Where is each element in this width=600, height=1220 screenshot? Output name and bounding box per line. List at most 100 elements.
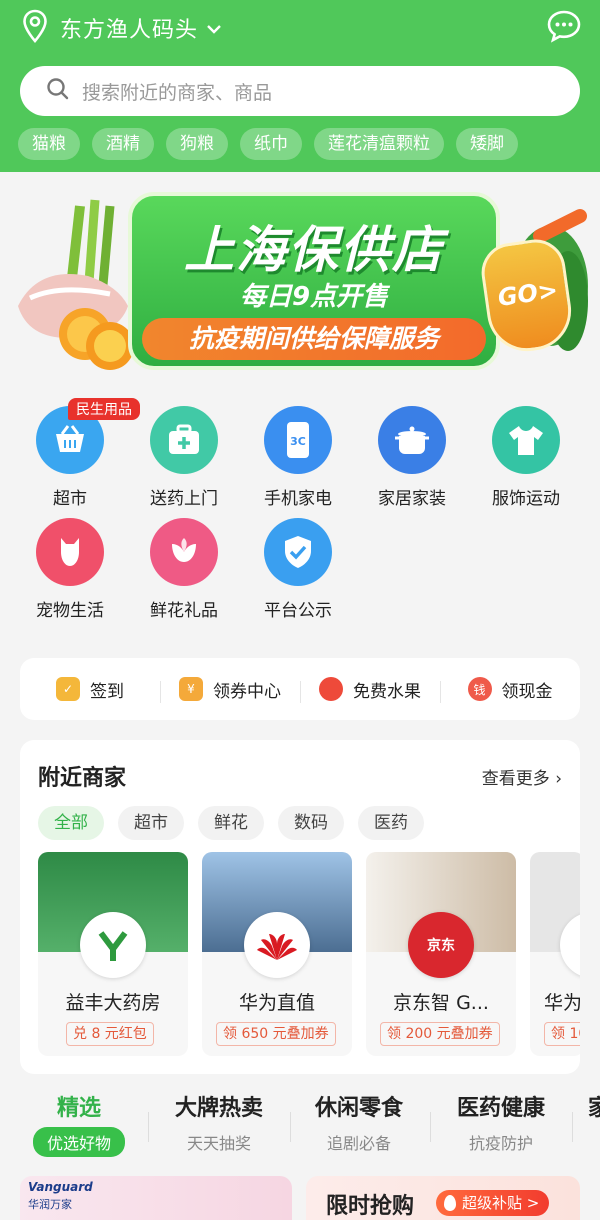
- category-pets[interactable]: 宠物生活: [14, 512, 126, 621]
- store-coupon: 领 650 元叠加券: [216, 1022, 336, 1046]
- tab-subtitle: 追剧必备: [326, 1134, 391, 1153]
- tab-divider: [148, 1112, 149, 1142]
- quick-label: 领现金: [501, 681, 553, 702]
- hot-tag[interactable]: 猫粮: [18, 128, 80, 160]
- search-placeholder: 搜索附近的商家、商品: [82, 81, 273, 104]
- tab-divider: [430, 1112, 431, 1142]
- money-icon: 钱: [467, 677, 492, 701]
- banner-subtitle: 每日9点开售: [239, 282, 389, 312]
- medkit-icon: [150, 406, 218, 474]
- section-title: 附近商家: [38, 766, 127, 791]
- tab-title: 医药健康: [456, 1096, 545, 1121]
- category-medicine[interactable]: 送药上门: [128, 400, 240, 509]
- coupon-icon: ¥: [179, 677, 203, 701]
- category-label: 宠物生活: [36, 601, 104, 621]
- tab-title: 休闲零食: [314, 1096, 403, 1121]
- banner-card: 上海保供店 每日9点开售 抗疫期间供给保障服务: [128, 192, 500, 370]
- free-fruit-button[interactable]: 免费水果: [300, 677, 440, 703]
- calendar-icon: ✓: [56, 677, 80, 701]
- cash-button[interactable]: 钱 领现金: [440, 677, 580, 703]
- category-clothing[interactable]: 服饰运动: [470, 400, 582, 509]
- nearby-stores-section: 附近商家 查看更多 › 全部 超市 鲜花 数码 医药 益丰大药房 兑 8 元红包…: [20, 740, 580, 1074]
- vegetables-illustration: [18, 199, 134, 370]
- category-supermarket[interactable]: 超市 民生用品: [14, 398, 140, 509]
- store-name: 华为直值: [238, 992, 315, 1014]
- filter-chip[interactable]: 医药: [358, 806, 424, 840]
- filter-chip[interactable]: 超市: [118, 806, 184, 840]
- chevron-down-icon: [206, 19, 222, 38]
- search-icon: [46, 77, 70, 105]
- filter-chip[interactable]: 数码: [278, 806, 344, 840]
- hot-tag[interactable]: 矮脚: [456, 128, 518, 160]
- store-coupon: 领 100: [544, 1022, 580, 1046]
- tab-divider: [572, 1112, 573, 1142]
- category-label: 手机家电: [264, 489, 332, 509]
- quick-actions-bar: ✓ 签到 ¥ 领券中心 免费水果 钱 领现金: [20, 658, 580, 720]
- category-electronics[interactable]: 3C 手机家电: [242, 400, 354, 509]
- vanguard-card[interactable]: Vanguard 华润万家: [20, 1176, 292, 1220]
- category-notice[interactable]: 平台公示: [242, 512, 354, 621]
- go-label: GO>: [496, 275, 560, 312]
- flash-sale-title: 限时抢购: [326, 1194, 415, 1219]
- shirt-icon: [492, 406, 560, 474]
- category-label: 平台公示: [264, 601, 332, 621]
- hot-tag[interactable]: 狗粮: [166, 128, 228, 160]
- filter-chip[interactable]: 鲜花: [198, 806, 264, 840]
- hot-tag[interactable]: 莲花清瘟颗粒: [314, 128, 444, 160]
- hot-tag[interactable]: 纸巾: [240, 128, 302, 160]
- store-card[interactable]: 华为直值 领 650 元叠加券: [202, 852, 352, 1056]
- location-selector[interactable]: 东方渔人码头: [22, 8, 222, 48]
- view-more-link[interactable]: 查看更多 ›: [482, 764, 562, 789]
- category-grid: 超市 民生用品 送药上门 3C 手机家电 家居家装 服饰运动 宠物生活 鲜花礼品…: [0, 398, 600, 630]
- quick-label: 签到: [90, 681, 124, 702]
- apple-icon: [319, 677, 343, 701]
- category-label: 家居家装: [378, 489, 446, 509]
- top-header: 东方渔人码头 搜索附近的商家、商品 猫粮 酒精 狗粮 纸巾 莲花清瘟颗粒 矮脚: [0, 0, 600, 172]
- super-subsidy-badge[interactable]: 超级补贴 >: [436, 1190, 550, 1216]
- huawei-logo-icon: [244, 912, 310, 978]
- tab-brands[interactable]: 大牌热卖 天天抽奖: [154, 1090, 284, 1154]
- flash-sale-card[interactable]: 限时抢购 超级补贴 >: [306, 1176, 580, 1220]
- brand-name: Vanguard: [28, 1180, 93, 1194]
- tab-title: 家: [588, 1096, 600, 1121]
- jd-logo-icon: 京东: [408, 912, 474, 978]
- store-name: 华为: [544, 992, 580, 1014]
- store-card[interactable]: 华为 领 100: [530, 852, 580, 1056]
- flame-icon: [444, 1195, 456, 1211]
- store-card[interactable]: 益丰大药房 兑 8 元红包: [38, 852, 188, 1056]
- filter-chips: 全部 超市 鲜花 数码 医药: [38, 806, 424, 840]
- super-subsidy-label: 超级补贴 >: [462, 1194, 540, 1212]
- feed-tabs: 精选 优选好物 大牌热卖 天天抽奖 休闲零食 追剧必备 医药健康 抗疫防护 家: [0, 1090, 600, 1160]
- flower-icon: [150, 518, 218, 586]
- store-coupon: 领 200 元叠加券: [380, 1022, 500, 1046]
- tab-health[interactable]: 医药健康 抗疫防护: [436, 1090, 566, 1154]
- hot-tags: 猫粮 酒精 狗粮 纸巾 莲花清瘟颗粒 矮脚: [18, 128, 518, 160]
- store-list: 益丰大药房 兑 8 元红包 华为直值 领 650 元叠加券 京东 京东智 G..…: [38, 852, 580, 1056]
- tab-title: 精选: [56, 1096, 101, 1121]
- tab-subtitle: 天天抽奖: [186, 1134, 251, 1153]
- category-label: 送药上门: [150, 489, 218, 509]
- checkin-button[interactable]: ✓ 签到: [20, 677, 160, 702]
- store-logo: [80, 912, 146, 978]
- shield-icon: [264, 518, 332, 586]
- category-flowers[interactable]: 鲜花礼品: [128, 512, 240, 621]
- coupon-center-button[interactable]: ¥ 领券中心: [160, 677, 300, 703]
- tab-title: 大牌热卖: [174, 1096, 263, 1121]
- pot-icon: [378, 406, 446, 474]
- quick-label: 免费水果: [353, 681, 421, 702]
- filter-chip[interactable]: 全部: [38, 806, 104, 840]
- promo-banner[interactable]: 上海保供店 每日9点开售 抗疫期间供给保障服务 GO>: [10, 186, 590, 382]
- tab-snacks[interactable]: 休闲零食 追剧必备: [294, 1090, 424, 1154]
- message-icon[interactable]: [546, 8, 582, 48]
- store-card[interactable]: 京东 京东智 G... 领 200 元叠加券: [366, 852, 516, 1056]
- hot-tag[interactable]: 酒精: [92, 128, 154, 160]
- phone-icon-text: 3C: [290, 435, 306, 448]
- category-home[interactable]: 家居家装: [356, 400, 468, 509]
- tab-home[interactable]: 家: [588, 1090, 600, 1122]
- store-name: 益丰大药房: [65, 992, 161, 1014]
- banner-title: 上海保供店: [184, 221, 444, 279]
- search-input[interactable]: 搜索附近的商家、商品: [20, 66, 580, 116]
- brand-name-cn: 华润万家: [28, 1198, 72, 1211]
- category-label: 超市: [53, 489, 87, 509]
- tab-featured[interactable]: 精选 优选好物: [14, 1090, 144, 1157]
